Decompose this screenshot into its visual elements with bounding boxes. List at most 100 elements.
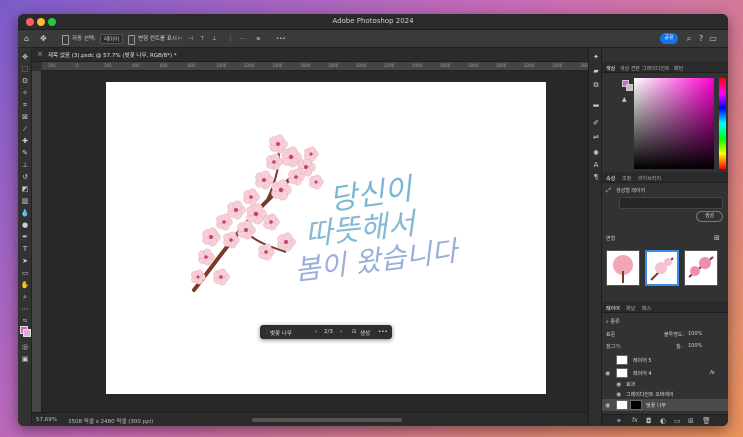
move-tool-icon[interactable]: ✥ [40, 34, 47, 44]
zoom-tool-icon[interactable]: ⌕ [20, 292, 30, 302]
variation-thumb-3[interactable] [684, 250, 718, 286]
distribute-horizontal-icon[interactable]: ⋯ [240, 34, 246, 44]
brushes-icon[interactable]: ✺ [591, 148, 601, 158]
tab-gradients[interactable]: 그레이디언트 [642, 65, 670, 72]
frame-tool-icon[interactable]: ⊠ [20, 112, 30, 122]
move-tool-icon[interactable]: ✥ [20, 52, 30, 62]
auto-select-checkbox[interactable] [62, 35, 69, 45]
tab-libraries[interactable]: 라이브러리 [638, 175, 661, 182]
comments-icon[interactable]: ▰ [591, 66, 601, 76]
warning-icon[interactable]: ▲ [622, 96, 627, 103]
generate-icon[interactable]: ⊡ [352, 329, 357, 335]
delete-layer-icon[interactable]: 🗑 [702, 417, 711, 425]
healing-brush-tool-icon[interactable]: ✚ [20, 136, 30, 146]
type-tool-icon[interactable]: T [20, 244, 30, 254]
opacity-value[interactable]: 100% [688, 331, 702, 337]
help-icon[interactable]: ? [696, 34, 706, 44]
add-mask-icon[interactable]: ◘ [646, 417, 652, 425]
fx-badge[interactable]: fx [710, 370, 715, 376]
context-more-button[interactable]: ••• [378, 329, 388, 335]
next-variation-icon[interactable]: › [340, 329, 342, 335]
layer-filter-kind[interactable]: ⌕ 종류 [606, 318, 620, 325]
histogram-icon[interactable]: ▂ [591, 98, 601, 108]
hue-slider[interactable] [719, 78, 726, 169]
swap-colors-icon[interactable]: ⇆ [20, 316, 30, 326]
layer-row-selected[interactable]: ◉ 벚꽃 나무 [602, 399, 728, 411]
align-center-icon[interactable]: ⊣ [188, 34, 193, 44]
rectangle-tool-icon[interactable]: ▭ [20, 268, 30, 278]
adjustments-icon[interactable]: ⇌ [591, 132, 601, 142]
tab-swatches[interactable]: 색상 견본 [620, 65, 640, 72]
color-picker[interactable] [634, 78, 726, 169]
crop-tool-icon[interactable]: ⌗ [20, 100, 30, 110]
learn-icon[interactable]: ✦ [591, 52, 601, 62]
new-layer-icon[interactable]: ⊞ [688, 417, 694, 425]
visibility-eye-icon[interactable]: ◉ [605, 370, 610, 377]
effect-row[interactable]: ◉ 효과 [602, 379, 728, 389]
tab-patterns[interactable]: 패턴 [674, 65, 683, 72]
share-button[interactable]: 공유 [660, 33, 678, 44]
canvas-area[interactable]: 당신이 따뜻해서 봄이 왔습니다 ⋮ 벚꽃 나무 ‹ 2/3 › ⊡ 생성 ••… [42, 71, 599, 412]
distribute-icon[interactable]: ⋮ [228, 34, 234, 44]
more-options-button[interactable]: ••• [276, 34, 286, 44]
distribute-vertical-icon[interactable]: ≡ [256, 34, 261, 44]
screen-mode-icon[interactable]: ▣ [20, 354, 30, 364]
prompt-field[interactable] [619, 197, 723, 209]
saturation-value-field[interactable] [634, 78, 714, 169]
fill-value[interactable]: 100% [688, 343, 702, 349]
adjustment-layer-icon[interactable]: ◐ [660, 417, 666, 425]
transform-controls-checkbox[interactable] [128, 35, 135, 45]
tab-layers[interactable]: 레이어 [606, 305, 620, 312]
hand-tool-icon[interactable]: ✋ [20, 280, 30, 290]
home-icon[interactable]: ⌂ [24, 34, 29, 44]
quick-mask-icon[interactable]: ◎ [20, 342, 30, 352]
search-icon[interactable]: ⌕ [684, 34, 694, 44]
group-icon[interactable]: ▭ [674, 417, 681, 425]
zoom-level[interactable]: 57.69% [36, 417, 57, 423]
eraser-tool-icon[interactable]: ◩ [20, 184, 30, 194]
workspace-icon[interactable]: ▭ [708, 34, 718, 44]
layer-mask-thumbnail[interactable] [630, 400, 642, 410]
visibility-eye-icon[interactable]: ◉ [616, 381, 621, 388]
horizontal-ruler[interactable]: 200 0 200 400 600 800 1000 1200 1400 1600 1800 2000… [42, 62, 588, 71]
history-brush-tool-icon[interactable]: ↺ [20, 172, 30, 182]
lasso-tool-icon[interactable]: ʘ [20, 76, 30, 86]
tab-paths[interactable]: 패스 [642, 305, 651, 312]
visibility-eye-icon[interactable]: ◉ [616, 391, 621, 398]
stamp-tool-icon[interactable]: ⊥ [20, 160, 30, 170]
align-top-icon[interactable]: ⊤ [200, 34, 205, 44]
horizontal-scrollbar[interactable] [252, 418, 402, 422]
variation-thumb-2[interactable] [645, 250, 679, 286]
color-panel-background[interactable] [626, 84, 633, 91]
variation-thumb-1[interactable] [606, 250, 640, 286]
auto-select-dropdown[interactable]: 레이어 [100, 34, 124, 44]
document-tab[interactable]: × 제목 없음 (3).psdc @ 57.7% (벚꽃 나무, RGB/8*)… [32, 48, 588, 62]
vertical-ruler[interactable] [32, 71, 42, 412]
paragraph-icon[interactable]: ¶ [591, 172, 601, 182]
grid-view-icon[interactable]: ⊞ [714, 234, 720, 242]
tab-channels[interactable]: 채널 [626, 305, 635, 312]
marquee-tool-icon[interactable]: ⬚ [20, 64, 30, 74]
previous-variation-icon[interactable]: ‹ [315, 329, 317, 335]
pen-tool-icon[interactable]: ✒ [20, 232, 30, 242]
fx-icon[interactable]: fx [632, 417, 638, 424]
blur-tool-icon[interactable]: 💧 [20, 208, 30, 218]
tab-properties[interactable]: 속성 [606, 175, 615, 182]
visibility-eye-icon[interactable]: ◉ [605, 402, 610, 409]
layer-row[interactable]: ◉ 레이어 4 fx [602, 367, 728, 379]
document-canvas[interactable]: 당신이 따뜻해서 봄이 왔습니다 ⋮ 벚꽃 나무 ‹ 2/3 › ⊡ 생성 ••… [106, 82, 546, 394]
brush-tool-icon[interactable]: ✎ [20, 148, 30, 158]
gradient-tool-icon[interactable]: ▥ [20, 196, 30, 206]
properties-generate-button[interactable]: 생성 [696, 211, 723, 222]
paths-icon[interactable]: ✐ [591, 118, 601, 128]
context-generate-button[interactable]: 생성 [360, 329, 370, 337]
libraries-icon[interactable]: ⧉ [591, 80, 601, 90]
tab-color[interactable]: 색상 [606, 65, 615, 72]
character-icon[interactable]: A [591, 160, 601, 170]
blend-mode-dropdown[interactable]: 표준 [606, 331, 615, 338]
link-layers-icon[interactable]: ⚭ [616, 417, 622, 425]
magic-wand-tool-icon[interactable]: ✧ [20, 88, 30, 98]
close-document-icon[interactable]: × [37, 50, 43, 58]
effect-row[interactable]: ◉ 그레이디언트 오버레이 [602, 389, 728, 399]
layer-row[interactable]: 레이어 5 [602, 354, 728, 366]
